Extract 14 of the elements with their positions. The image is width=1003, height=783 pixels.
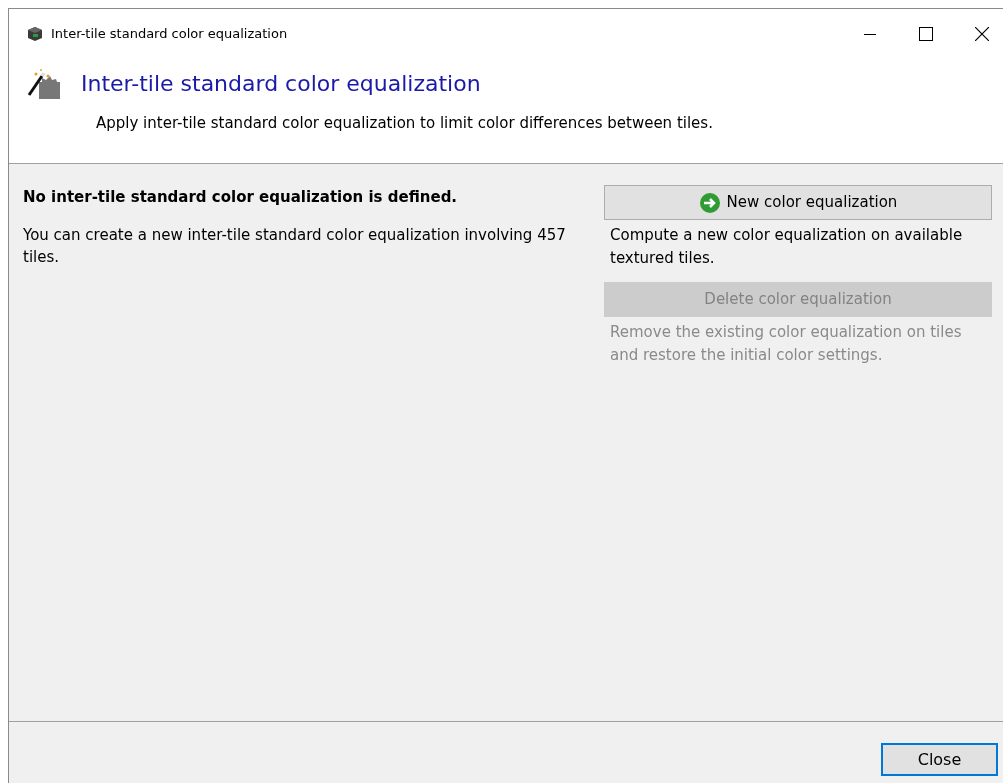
action-description: Remove the existing color equalization on tiles and restore the initial color settings. [609, 322, 963, 366]
status-text: You can create a new inter-tile standard color equalization involving 457 tiles. [23, 224, 567, 268]
cube-icon [27, 26, 43, 42]
close-icon [975, 27, 989, 41]
action-button[interactable]: New color equalization [604, 185, 992, 220]
action-description: Compute a new color equalization on available textured tiles. [609, 225, 964, 269]
maximize-icon [919, 27, 933, 41]
status-heading: No inter-tile standard color equalization is defined. [23, 187, 459, 208]
close-button[interactable]: Close [881, 743, 998, 776]
dialog-heading: Inter-tile standard color equalization [81, 70, 481, 98]
magic-wand-icon [27, 67, 61, 100]
minimize-icon [864, 33, 876, 35]
dialog-description: Apply inter-tile standard color equalization to limit color differences between tiles. [96, 113, 714, 134]
window-title: Inter-tile standard color equalization [51, 25, 288, 44]
